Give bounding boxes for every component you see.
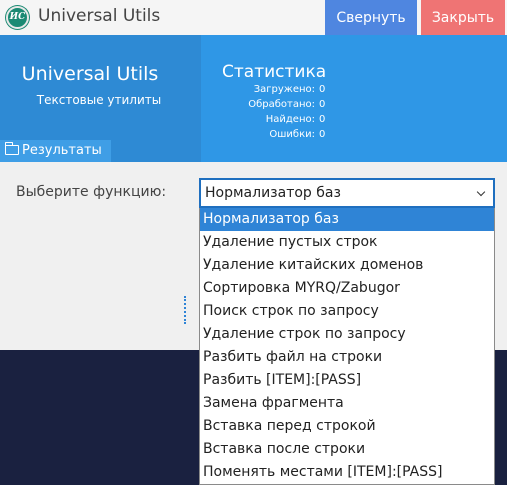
title-bar: ИС Universal Utils Свернуть Закрыть bbox=[0, 0, 507, 35]
app-logo-icon: ИС bbox=[6, 6, 29, 29]
stat-row: Обработано: 0 bbox=[201, 99, 401, 113]
stat-label: Ошибки: bbox=[269, 129, 315, 140]
stat-row: Найдено: 0 bbox=[201, 114, 401, 128]
statistics-panel: Статистика Загружено: 0 Обработано: 0 Найден… bbox=[201, 35, 507, 162]
results-tab[interactable]: Результаты bbox=[0, 140, 111, 162]
drop-area-marker bbox=[184, 296, 190, 324]
dropdown-option[interactable]: Замена фрагмента bbox=[200, 392, 494, 415]
stat-row: Ошибки: 0 bbox=[201, 129, 401, 143]
stat-label: Загружено: bbox=[253, 84, 315, 95]
dropdown-option[interactable]: Удаление китайских доменов bbox=[200, 254, 494, 277]
dropdown-option[interactable]: Разбить [ITEM]:[PASS] bbox=[200, 369, 494, 392]
statistics-title: Статистика bbox=[222, 62, 327, 82]
dropdown-option[interactable]: Сортировка MYRQ/Zabugor bbox=[200, 277, 494, 300]
dropdown-option[interactable]: Удаление строк по запросу bbox=[200, 323, 494, 346]
stat-row: Загружено: 0 bbox=[201, 84, 401, 98]
dropdown-option[interactable]: Разбить файл на строки bbox=[200, 346, 494, 369]
dropdown-option[interactable]: Удаление пустых строк bbox=[200, 231, 494, 254]
stat-value: 0 bbox=[319, 129, 326, 140]
chevron-down-icon bbox=[476, 187, 486, 197]
close-button[interactable]: Закрыть bbox=[421, 0, 505, 35]
window-title: Universal Utils bbox=[38, 6, 161, 26]
dropdown-option[interactable]: Поиск строк по запросу bbox=[200, 300, 494, 323]
collapse-button[interactable]: Свернуть bbox=[325, 0, 417, 35]
folder-icon bbox=[5, 142, 19, 155]
stat-value: 0 bbox=[319, 84, 326, 95]
brand-title: Universal Utils bbox=[21, 63, 159, 85]
stat-value: 0 bbox=[319, 99, 326, 110]
dropdown-option[interactable]: Поменять местами [ITEM]:[PASS] bbox=[200, 461, 494, 484]
function-select[interactable]: Нормализатор баз bbox=[199, 178, 495, 208]
dropdown-option[interactable]: Нормализатор баз bbox=[200, 208, 494, 231]
function-dropdown-list[interactable]: Нормализатор баз Удаление пустых строк Уда… bbox=[199, 208, 495, 485]
function-label: Выберите функцию: bbox=[16, 184, 167, 200]
results-tab-label: Результаты bbox=[22, 143, 102, 158]
brand-panel: Universal Utils Текстовые утилиты Резуль… bbox=[0, 35, 201, 162]
brand-subtitle: Текстовые утилиты bbox=[36, 93, 162, 107]
dropdown-option[interactable]: Вставка перед строкой bbox=[200, 415, 494, 438]
stat-label: Обработано: bbox=[248, 99, 315, 110]
stat-label: Найдено: bbox=[265, 114, 315, 125]
stat-value: 0 bbox=[319, 114, 326, 125]
function-select-value: Нормализатор баз bbox=[205, 185, 341, 201]
dropdown-option[interactable]: Вставка после строки bbox=[200, 438, 494, 461]
